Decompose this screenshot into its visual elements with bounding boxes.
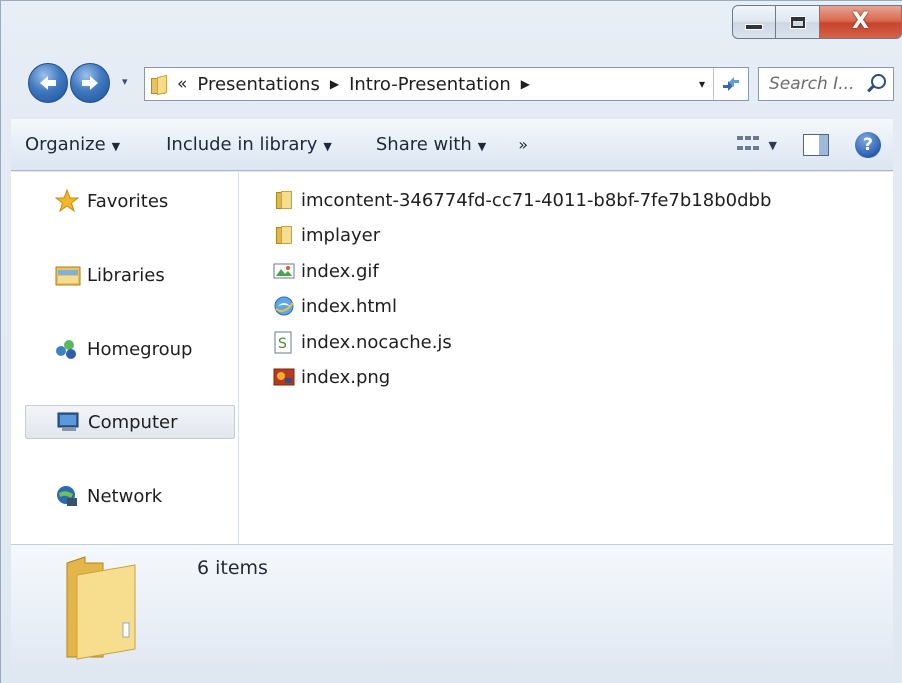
chevron-down-icon: ▼ — [477, 140, 487, 153]
help-icon[interactable]: ? — [855, 132, 881, 158]
file-name: index.gif — [301, 260, 379, 282]
maximize-button[interactable] — [776, 5, 820, 39]
more-commands-button[interactable]: » — [508, 135, 538, 154]
file-name: implayer — [301, 224, 381, 246]
nav-label-homegroup: Homegroup — [87, 338, 193, 360]
preview-pane-icon[interactable] — [803, 134, 829, 156]
gif-image-icon — [273, 260, 295, 282]
folder-icon — [63, 553, 139, 663]
breadcrumb-separator-icon[interactable]: ▶ — [330, 77, 339, 91]
png-image-icon — [273, 366, 295, 388]
script-file-icon: S — [273, 331, 295, 354]
breadcrumb-separator-icon[interactable]: ▶ — [521, 77, 530, 91]
nav-label-network: Network — [87, 485, 163, 507]
include-in-library-label: Include in library — [166, 134, 318, 155]
chevron-down-icon: ▼ — [323, 140, 332, 153]
share-with-label: Share with — [375, 134, 472, 155]
search-box[interactable]: Search I... — [758, 67, 894, 101]
search-icon[interactable] — [865, 73, 887, 95]
refresh-button[interactable] — [713, 68, 748, 100]
close-button[interactable]: X — [820, 5, 902, 39]
navigation-row: ▾ « Presentations ▶ Intro-Presentation ▶… — [1, 59, 902, 109]
nav-label-libraries: Libraries — [87, 264, 165, 286]
item-count: 6 items — [197, 557, 268, 579]
folder-icon — [273, 189, 295, 211]
svg-text:S: S — [278, 336, 287, 352]
minimize-button[interactable] — [732, 5, 776, 39]
list-item[interactable]: implayer — [273, 219, 380, 251]
minimize-icon — [746, 25, 762, 29]
folder-icon — [273, 224, 295, 246]
caption-buttons: X — [732, 5, 902, 39]
maximize-icon — [790, 16, 805, 28]
nav-item-network[interactable]: Network — [25, 479, 235, 513]
share-with-menu[interactable]: Share with ▼ — [362, 134, 500, 155]
explorer-window: X ▾ « Presentations ▶ Intro-Presentation… — [0, 0, 902, 683]
nav-item-computer[interactable]: Computer — [25, 405, 235, 439]
breadcrumb-overflow[interactable]: « — [177, 74, 187, 94]
organize-menu[interactable]: Organize ▼ — [11, 134, 134, 155]
nav-label-computer: Computer — [88, 411, 178, 433]
chevron-down-icon: ▼ — [111, 140, 121, 153]
star-icon — [54, 188, 80, 213]
file-name: index.html — [301, 295, 397, 317]
list-item[interactable]: S index.nocache.js — [273, 326, 452, 358]
include-in-library-menu[interactable]: Include in library ▼ — [152, 134, 346, 155]
view-controls: ▼ ? — [736, 119, 893, 171]
organize-label: Organize — [25, 134, 106, 155]
computer-icon — [56, 410, 80, 434]
change-view-icon[interactable] — [736, 136, 759, 154]
homegroup-icon — [55, 337, 79, 361]
file-name: index.nocache.js — [301, 331, 452, 353]
details-pane: 6 items — [11, 544, 893, 673]
address-dropdown-icon[interactable]: ▾ — [699, 77, 705, 91]
address-bar[interactable]: « Presentations ▶ Intro-Presentation ▶ ▾ — [144, 67, 749, 101]
file-list-pane: imcontent-346774fd-cc71-4011-b8bf-7fe7b1… — [239, 172, 893, 544]
nav-item-homegroup[interactable]: Homegroup — [25, 332, 235, 366]
html-document-icon — [273, 295, 295, 317]
breadcrumb-intro-presentation[interactable]: Intro-Presentation — [349, 74, 511, 95]
list-item[interactable]: index.html — [273, 290, 397, 322]
nav-item-favorites[interactable]: Favorites — [25, 184, 235, 218]
folder-icon — [151, 74, 167, 96]
file-name: imcontent-346774fd-cc71-4011-b8bf-7fe7b1… — [301, 189, 772, 211]
file-name: index.png — [301, 366, 391, 388]
list-item[interactable]: index.png — [273, 361, 390, 393]
refresh-icon — [723, 77, 739, 91]
command-bar: Organize ▼ Include in library ▼ Share with… — [11, 119, 893, 171]
navigation-pane: Favorites Libraries Homegroup Computer N… — [11, 172, 239, 544]
search-placeholder[interactable]: Search I... — [769, 74, 865, 94]
close-icon: X — [852, 9, 869, 34]
view-dropdown-icon[interactable]: ▼ — [769, 139, 777, 152]
forward-button[interactable] — [70, 63, 110, 103]
list-item[interactable]: imcontent-346774fd-cc71-4011-b8bf-7fe7b1… — [273, 184, 771, 216]
libraries-icon — [55, 263, 81, 287]
list-item[interactable]: index.gif — [273, 255, 379, 287]
forward-arrow-icon — [82, 76, 98, 90]
back-arrow-icon — [40, 76, 56, 90]
network-icon — [55, 484, 79, 508]
back-button[interactable] — [28, 63, 68, 103]
nav-label-favorites: Favorites — [87, 190, 169, 212]
nav-item-libraries[interactable]: Libraries — [25, 258, 235, 292]
breadcrumb-presentations[interactable]: Presentations — [197, 74, 319, 95]
recent-pages-dropdown-icon[interactable]: ▾ — [122, 75, 128, 88]
